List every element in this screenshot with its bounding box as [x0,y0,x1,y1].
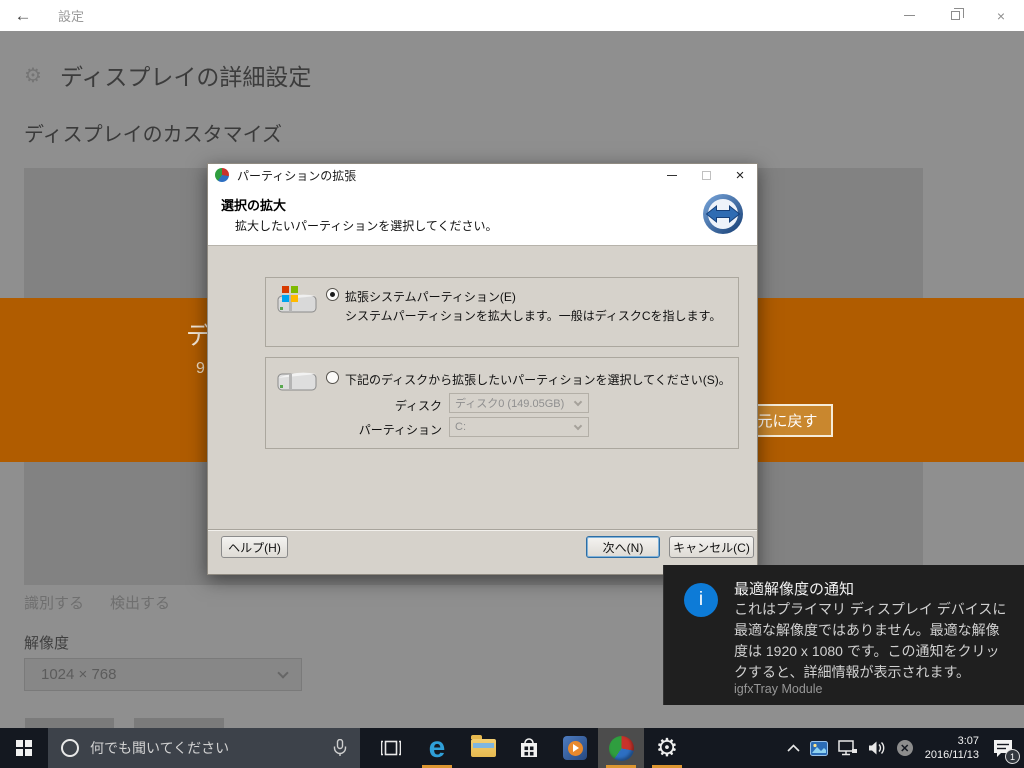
partition-field-label: パーティション [358,423,442,437]
banner-countdown-fragment: 9 [196,360,205,377]
close-button[interactable]: × [978,0,1024,31]
settings-window-title: 設定 [58,9,85,24]
disk-field-label: ディスク [394,399,442,413]
dialog-titlebar[interactable]: パーティションの拡張 × [208,164,757,186]
back-button[interactable]: ← [0,6,46,26]
dialog-close-button[interactable]: × [723,164,757,186]
dialog-window-controls: × [655,164,757,186]
wizard-step-title: 選択の拡大 [221,198,287,213]
toast-title: 最適解像度の通知 [734,581,855,598]
info-icon: i [684,583,718,617]
dialog-cancel-button[interactable]: キャンセル(C) [669,536,754,558]
wizard-header: 選択の拡大 拡大したいパーティションを選択してください。 [208,186,757,246]
window-controls: × [886,0,1024,31]
task-view-icon [381,740,401,756]
resolution-dropdown[interactable]: 1024 × 768 [24,658,302,691]
taskbar-file-explorer-button[interactable] [460,728,506,768]
minimize-icon [903,15,915,16]
dialog-minimize-button[interactable] [655,164,689,186]
toast-body: これはプライマリ ディスプレイ デバイスに最適な解像度ではありません。最適な解像… [734,601,1007,680]
taskbar-partition-tool-button[interactable] [598,728,644,768]
action-center-button[interactable]: 1 [986,728,1020,768]
resolution-value: 1024 × 768 [41,666,117,683]
close-icon: × [996,7,1006,24]
dialog-title: パーティションの拡張 [237,168,357,183]
maximize-icon [701,170,711,180]
partition-app-icon [215,168,229,182]
gear-icon: ⚙ [655,733,679,762]
restore-icon [950,8,964,20]
x-circle-icon: ✕ [896,740,913,756]
tray-chevron-up[interactable] [782,728,805,768]
dismiss-tray-icon[interactable]: ✕ [892,728,918,768]
apply-button-partial[interactable] [25,718,114,728]
close-icon: × [735,166,745,184]
taskbar-edge-button[interactable]: e [414,728,460,768]
clock-date: 2016/11/13 [924,749,979,761]
search-placeholder: 何でも聞いてください [90,740,230,756]
page-heading-row: ⚙ ディスプレイの詳細設定 [24,58,311,92]
dialog-maximize-button [689,164,723,186]
disk-select: ディスク0 (149.05GB) [449,393,589,413]
chevron-down-icon [573,397,583,406]
system-tray: ✕ 3:07 2016/11/13 1 [782,728,1024,768]
page-title: ディスプレイの詳細設定 [59,64,312,90]
edge-icon: e [428,731,446,764]
system-disk-icon [277,286,317,313]
resolution-notification-toast[interactable]: i 最適解像度の通知 これはプライマリ ディスプレイ デバイスに最適な解像度では… [663,565,1024,705]
identify-link[interactable]: 識別する [24,592,84,613]
toast-source: igfxTray Module [734,682,823,696]
display-links-row: 識別する 検出する [24,592,170,613]
chevron-down-icon [277,666,289,679]
start-button[interactable] [0,728,48,768]
settings-titlebar: ← 設定 × [0,0,1024,31]
restore-button[interactable] [932,0,978,31]
option-manual-label: 下記のディスクから拡張したいパーティションを選択してください(S)。 [345,373,731,387]
help-button[interactable]: ヘルプ(H) [221,536,288,558]
media-player-icon [563,736,587,760]
resize-partition-icon [703,194,743,234]
dialog-separator [208,529,757,531]
taskbar-clock[interactable]: 3:07 2016/11/13 [918,734,986,762]
detect-link[interactable]: 検出する [110,592,170,613]
volume-tray-icon[interactable] [863,728,892,768]
radio-select-partition[interactable] [326,371,339,384]
task-view-button[interactable] [368,728,414,768]
next-button[interactable]: 次へ(N) [586,536,660,558]
partition-tool-icon [608,735,634,761]
section-title: ディスプレイのカスタマイズ [24,124,282,146]
taskbar-settings-button[interactable]: ⚙ [644,728,690,768]
chevron-down-icon [573,421,583,430]
minimize-icon [667,174,677,176]
disk-icon [277,372,317,391]
taskbar-media-player-button[interactable] [552,728,598,768]
back-icon: ← [14,5,32,25]
radio-expand-system-partition[interactable] [326,288,339,301]
windows-logo-icon [16,740,32,756]
option-manual-groupbox: 下記のディスクから拡張したいパーティションを選択してください(S)。 ディスク … [265,357,739,449]
taskbar-store-button[interactable] [506,728,552,768]
option-system-label: 拡張システムパーティション(E) [345,290,516,304]
cancel-button-partial[interactable] [134,718,224,728]
graphics-tray-icon[interactable] [805,728,833,768]
minimize-button[interactable] [886,0,932,31]
partition-select-value: C: [455,421,466,433]
resolution-label: 解像度 [24,635,70,652]
partition-expand-dialog: パーティションの拡張 × 選択の拡大 拡大したいパーティションを選択してください… [207,163,758,575]
disk-select-value: ディスク0 (149.05GB) [455,398,565,410]
notification-badge: 1 [1005,749,1020,764]
gear-icon: ⚙ [24,64,42,87]
taskbar: 何でも聞いてください e ⚙ ✕ 3:07 2016/11/13 1 [0,728,1024,768]
clock-time: 3:07 [957,735,979,747]
wizard-step-subtitle: 拡大したいパーティションを選択してください。 [235,219,498,233]
cortana-icon [61,739,79,757]
store-icon [521,738,537,757]
network-tray-icon[interactable] [833,728,863,768]
microphone-icon[interactable] [333,739,347,757]
file-explorer-icon [470,735,496,757]
option-system-description: システムパーティションを拡大します。一般はディスクCを指します。 [345,309,722,323]
option-system-groupbox: 拡張システムパーティション(E) システムパーティションを拡大します。一般はディ… [265,277,739,347]
cortana-search-box[interactable]: 何でも聞いてください [48,728,360,768]
partition-select: C: [449,417,589,437]
